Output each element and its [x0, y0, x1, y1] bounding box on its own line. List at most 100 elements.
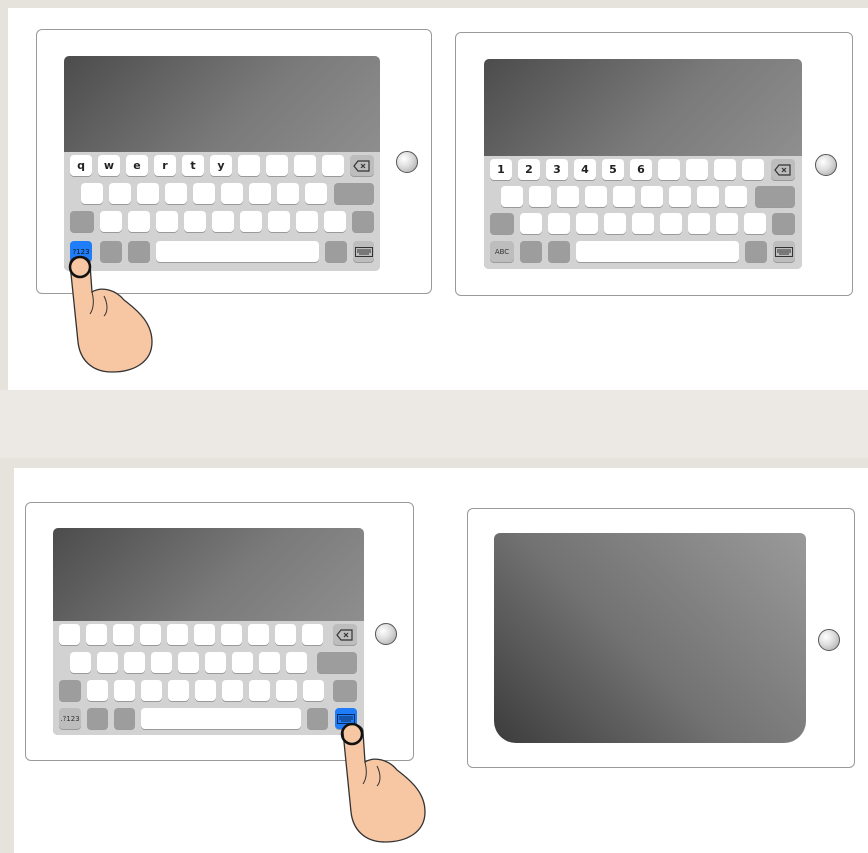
shift-key[interactable] [352, 211, 374, 232]
key[interactable] [296, 211, 318, 232]
mode-key-right[interactable] [325, 241, 347, 262]
key[interactable] [613, 186, 635, 207]
home-button[interactable] [396, 151, 418, 173]
key-4[interactable]: 4 [574, 159, 596, 180]
shift-key[interactable] [333, 680, 357, 701]
key[interactable] [193, 183, 215, 204]
key[interactable] [165, 183, 187, 204]
key[interactable] [520, 213, 542, 234]
space-key[interactable] [576, 241, 739, 262]
delete-key[interactable] [350, 155, 374, 176]
key[interactable] [303, 680, 324, 701]
key[interactable] [222, 680, 243, 701]
key[interactable] [168, 680, 189, 701]
key-e[interactable]: e [126, 155, 148, 176]
key[interactable] [167, 624, 188, 645]
hide-keyboard-key[interactable] [773, 241, 795, 262]
mode-key-right[interactable] [745, 241, 767, 262]
shift-key[interactable] [70, 211, 94, 232]
key[interactable] [205, 652, 226, 673]
key-t[interactable]: t [182, 155, 204, 176]
key-3[interactable]: 3 [546, 159, 568, 180]
key[interactable] [686, 159, 708, 180]
mode-key[interactable]: .?123 [59, 708, 81, 729]
key[interactable] [744, 213, 766, 234]
space-key[interactable] [156, 241, 319, 262]
key[interactable] [70, 652, 91, 673]
key[interactable] [240, 211, 262, 232]
key[interactable] [716, 213, 738, 234]
key[interactable] [585, 186, 607, 207]
key[interactable] [128, 211, 150, 232]
key[interactable] [248, 624, 269, 645]
key[interactable] [529, 186, 551, 207]
key[interactable] [305, 183, 327, 204]
key[interactable] [259, 652, 280, 673]
key[interactable] [59, 624, 80, 645]
key[interactable] [221, 183, 243, 204]
key[interactable] [742, 159, 764, 180]
key-5[interactable]: 5 [602, 159, 624, 180]
key[interactable] [141, 680, 162, 701]
key-6[interactable]: 6 [630, 159, 652, 180]
return-key[interactable] [334, 183, 374, 204]
shift-key[interactable] [59, 680, 81, 701]
key[interactable] [86, 624, 107, 645]
key[interactable] [641, 186, 663, 207]
key[interactable] [114, 680, 135, 701]
return-key[interactable] [755, 186, 795, 207]
key[interactable] [81, 183, 103, 204]
key[interactable] [156, 211, 178, 232]
key[interactable] [151, 652, 172, 673]
mic-key[interactable] [548, 241, 570, 262]
key[interactable] [212, 211, 234, 232]
key[interactable] [302, 624, 323, 645]
key[interactable] [184, 211, 206, 232]
key[interactable] [688, 213, 710, 234]
key[interactable] [557, 186, 579, 207]
hide-keyboard-key[interactable] [353, 241, 374, 262]
key[interactable] [249, 183, 271, 204]
return-key[interactable] [317, 652, 357, 673]
key[interactable] [294, 155, 316, 176]
key[interactable] [697, 186, 719, 207]
key[interactable] [632, 213, 654, 234]
key[interactable] [195, 680, 216, 701]
delete-key[interactable] [333, 624, 357, 645]
key[interactable] [604, 213, 626, 234]
key[interactable] [137, 183, 159, 204]
key[interactable] [109, 183, 131, 204]
mode-key-right[interactable] [307, 708, 328, 729]
key[interactable] [725, 186, 747, 207]
key-1[interactable]: 1 [490, 159, 512, 180]
key[interactable] [100, 211, 122, 232]
home-button[interactable] [815, 154, 837, 176]
key[interactable] [548, 213, 570, 234]
key-2[interactable]: 2 [518, 159, 540, 180]
mic-key[interactable] [114, 708, 135, 729]
emoji-key[interactable] [87, 708, 108, 729]
key-q[interactable]: q [70, 155, 92, 176]
shift-key[interactable] [490, 213, 514, 234]
key[interactable] [268, 211, 290, 232]
key-y[interactable]: y [210, 155, 232, 176]
key[interactable] [140, 624, 161, 645]
key-w[interactable]: w [98, 155, 120, 176]
key[interactable] [501, 186, 523, 207]
key[interactable] [714, 159, 736, 180]
key-r[interactable]: r [154, 155, 176, 176]
key[interactable] [249, 680, 270, 701]
key[interactable] [324, 211, 346, 232]
key[interactable] [286, 652, 307, 673]
key[interactable] [87, 680, 108, 701]
key[interactable] [97, 652, 118, 673]
key[interactable] [266, 155, 288, 176]
key[interactable] [238, 155, 260, 176]
key[interactable] [576, 213, 598, 234]
key[interactable] [124, 652, 145, 673]
key[interactable] [669, 186, 691, 207]
space-key[interactable] [141, 708, 301, 729]
key[interactable] [277, 183, 299, 204]
key[interactable] [221, 624, 242, 645]
key[interactable] [660, 213, 682, 234]
